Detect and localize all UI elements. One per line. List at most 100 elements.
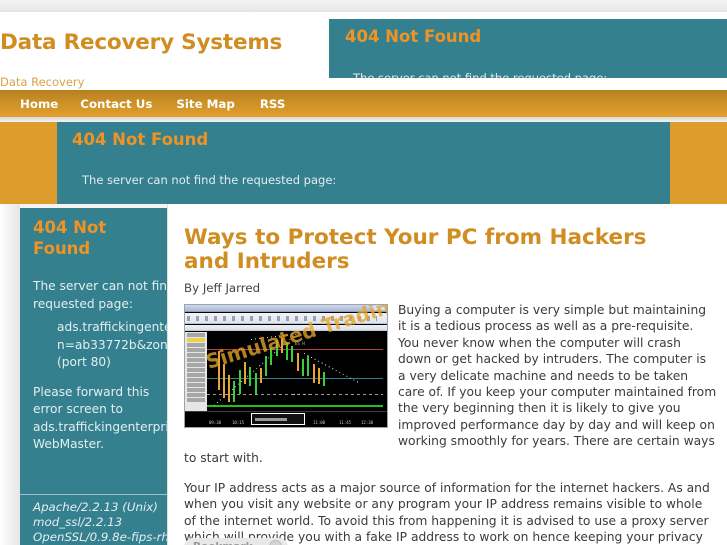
candle — [286, 343, 289, 361]
candle — [217, 350, 220, 391]
candle — [302, 358, 305, 377]
x-tick-4: 11:45 — [339, 420, 352, 425]
nav-item-site-map[interactable]: Site Map — [176, 90, 259, 117]
server-line-3: OpenSSL/0.9.8e-fips-rhel5 — [33, 530, 167, 544]
nav-list: Home Contact Us Site Map RSS — [0, 90, 305, 117]
candle — [275, 339, 278, 356]
banner-error-message: The server can not find the requested pa… — [82, 173, 337, 187]
bookmark-share-button[interactable]: Bookmark — [184, 538, 288, 545]
sidebar-error-forward: Please forward this error screen to ads.… — [33, 384, 167, 452]
y-tick — [187, 398, 205, 402]
chart-toolbar-secondary — [185, 325, 387, 331]
sidebar-error-detail-line-2: n=ab33772b&zone=fbe7e07e&format=468x60 — [57, 337, 168, 352]
candle — [296, 352, 299, 372]
y-tick — [187, 378, 205, 382]
chart-plot-area: ES H • • • • Simulated Trading — [203, 305, 387, 411]
sidebar-error-body: The server can not find the requested pa… — [33, 278, 168, 454]
nav-item-contact-us[interactable]: Contact Us — [80, 90, 176, 117]
nav-item-rss[interactable]: RSS — [260, 90, 306, 117]
candle — [243, 362, 246, 385]
article: Ways to Protect Your PC from Hackers and… — [169, 204, 727, 545]
chart-scroll-handle[interactable] — [251, 413, 305, 425]
chart-symbol-label: ES H — [295, 340, 305, 346]
candle — [280, 338, 283, 353]
chart-toolbar — [185, 313, 387, 324]
sidebar-error-detail-line-3: (port 80) — [57, 355, 111, 369]
candle — [270, 347, 273, 366]
article-body: ES H • • • • Simulated Trading 09:30 10:… — [184, 302, 717, 545]
y-tick — [187, 383, 205, 387]
y-tick — [187, 363, 205, 367]
chart-window-titlebar — [185, 305, 387, 312]
site-title: Data Recovery Systems — [0, 30, 283, 55]
candle — [259, 367, 262, 384]
site-tagline: Data Recovery — [0, 75, 85, 89]
candle — [307, 355, 310, 377]
sidebar-error-message: The server can not find the requested pa… — [33, 279, 167, 311]
y-tick-highlight — [187, 338, 205, 342]
x-tick-1: 09:30 — [209, 420, 222, 425]
y-tick — [187, 368, 205, 372]
chart-pivot-line — [207, 377, 383, 379]
chart-x-axis: 09:30 10:15 11:00 11:45 12:30 — [185, 411, 387, 427]
candle — [254, 373, 257, 394]
candle — [291, 346, 294, 363]
sidebar-divider — [20, 494, 167, 495]
page-root: Data Recovery Systems Data Recovery 404 … — [0, 0, 727, 545]
chart-y-axis — [185, 332, 207, 411]
chart-upper-trendline — [250, 333, 293, 341]
candle — [317, 368, 320, 385]
server-line-2: mod_ssl/2.2.13 — [33, 515, 123, 529]
candle — [228, 375, 231, 403]
nav-link-home[interactable]: Home — [20, 97, 58, 111]
y-tick — [187, 373, 205, 377]
top-strip — [0, 0, 727, 12]
share-circle-icon[interactable] — [269, 540, 282, 545]
sidebar-error-detail: ads.traffickingenterprises.com/ad.php?ca… — [33, 319, 168, 372]
candle — [222, 363, 225, 399]
sidebar-error-detail-line-1: ads.traffickingenterprises.com/ad.php?ca… — [57, 320, 167, 334]
y-tick — [187, 358, 205, 362]
header-error-box: 404 Not Found The server can not find th… — [329, 19, 727, 78]
y-tick — [187, 343, 205, 347]
candle — [238, 369, 241, 394]
sidebar-server-signature: Apache/2.2.13 (Unix) mod_ssl/2.2.13 Open… — [33, 500, 167, 545]
header-error-message: The server can not find the requested pa… — [353, 71, 608, 78]
nav-link-contact-us[interactable]: Contact Us — [80, 97, 152, 111]
banner-error-title: 404 Not Found — [72, 130, 209, 149]
candle — [323, 371, 326, 386]
chart-misc-label: • • • • — [293, 392, 311, 398]
sidebar-error-box: 404 Not Found The server can not find th… — [20, 208, 168, 545]
x-tick-5: 12:30 — [361, 420, 374, 425]
main-navigation[interactable]: Home Contact Us Site Map RSS — [0, 90, 727, 117]
article-paragraph-2: Your IP address acts as a major source o… — [184, 481, 710, 545]
nav-link-rss[interactable]: RSS — [260, 97, 286, 111]
y-tick — [187, 353, 205, 357]
chart-toolbar-buttons — [187, 316, 377, 321]
y-tick — [187, 333, 205, 337]
left-gutter — [0, 204, 20, 545]
page-title: Ways to Protect Your PC from Hackers and… — [184, 225, 647, 274]
server-line-1: Apache/2.2.13 (Unix) — [33, 500, 158, 514]
trading-chart-image: ES H • • • • Simulated Trading 09:30 10:… — [184, 304, 388, 428]
sidebar-error-title: 404 Not Found — [33, 218, 107, 258]
article-byline: By Jeff Jarred — [184, 281, 261, 295]
candle — [233, 380, 236, 402]
banner-strip: 404 Not Found The server can not find th… — [0, 122, 727, 204]
y-tick — [187, 388, 205, 392]
content-area: 404 Not Found The server can not find th… — [0, 204, 727, 545]
y-tick — [187, 348, 205, 352]
chart-floor-line — [207, 405, 383, 408]
nav-item-home[interactable]: Home — [0, 90, 80, 117]
x-tick-3: 11:00 — [313, 420, 326, 425]
header-error-title: 404 Not Found — [345, 27, 482, 46]
banner-error-box: 404 Not Found The server can not find th… — [57, 122, 670, 204]
sidebar: 404 Not Found The server can not find th… — [0, 204, 168, 545]
y-tick — [187, 393, 205, 397]
candle — [312, 363, 315, 383]
bookmark-label: Bookmark — [193, 541, 253, 545]
candle — [249, 366, 252, 386]
nav-link-site-map[interactable]: Site Map — [176, 97, 234, 111]
candle — [265, 355, 268, 377]
x-tick-2: 10:15 — [232, 420, 245, 425]
